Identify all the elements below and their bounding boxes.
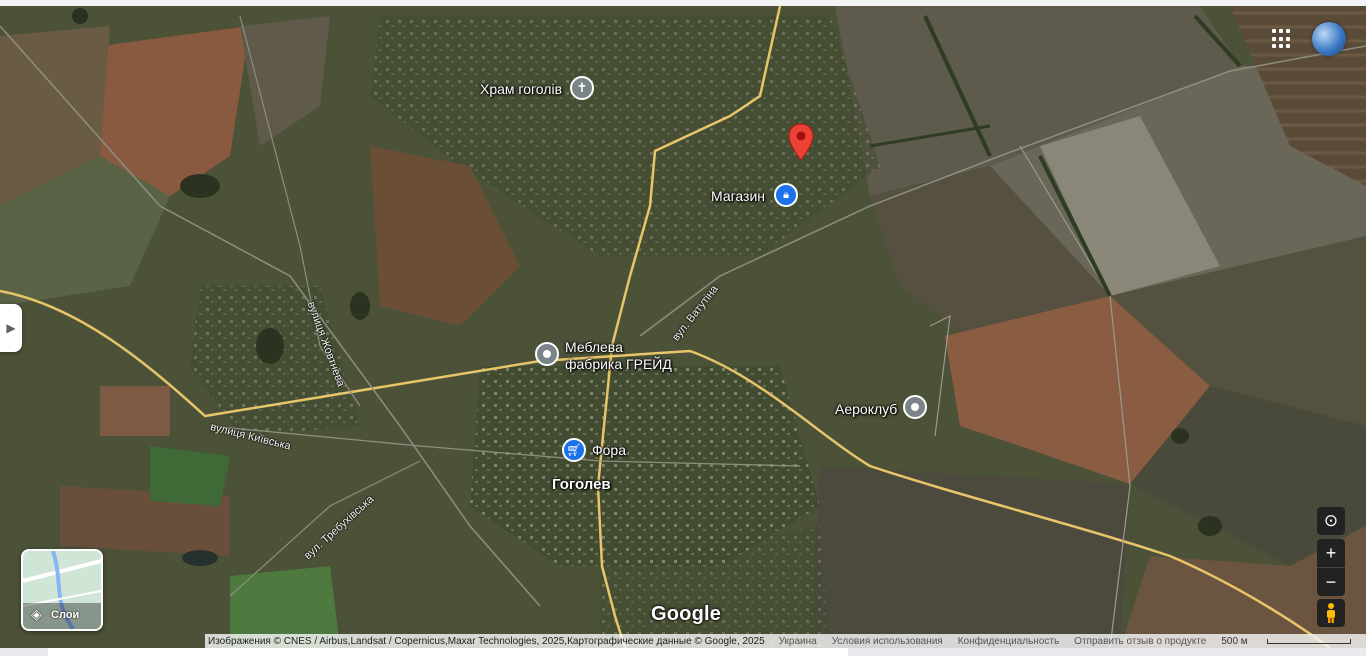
layers-label: Слои bbox=[51, 609, 80, 621]
layers-button[interactable]: ◈ Слои bbox=[21, 549, 103, 631]
fora-shop-pin[interactable]: 🛒︎ bbox=[562, 438, 586, 462]
country-link[interactable]: Украина bbox=[779, 636, 817, 647]
zoom-in-button[interactable]: + bbox=[1317, 539, 1345, 567]
feedback-link[interactable]: Отправить отзыв о продукте bbox=[1074, 636, 1206, 647]
chevron-right-icon: ▶ bbox=[6, 321, 16, 335]
my-location-button[interactable]: ⊙ bbox=[1317, 507, 1345, 535]
map-pin-icon bbox=[788, 123, 814, 161]
minus-icon: − bbox=[1325, 571, 1337, 592]
imagery-credit: Изображения © CNES / Airbus,Landsat / Co… bbox=[208, 635, 765, 647]
shopping-bag-icon: 🔒︎ bbox=[783, 188, 789, 201]
scale-bar[interactable]: 500 м bbox=[1221, 636, 1365, 647]
shop-pin[interactable]: 🔒︎ bbox=[774, 183, 798, 207]
bottom-panel-edge bbox=[48, 648, 848, 656]
place-label-fora[interactable]: Фора bbox=[592, 442, 626, 459]
plus-icon: + bbox=[1325, 542, 1337, 563]
my-location-icon: ⊙ bbox=[1323, 511, 1339, 530]
place-label-aeroclub[interactable]: Аероклуб bbox=[835, 401, 897, 418]
shopping-cart-icon: 🛒︎ bbox=[566, 443, 582, 457]
place-label-furniture-factory-line2[interactable]: фабрика ГРЕЙД bbox=[565, 356, 672, 373]
terms-link[interactable]: Условия использования bbox=[832, 636, 943, 647]
red-location-pin[interactable] bbox=[788, 123, 814, 161]
place-label-furniture-factory[interactable]: Меблева bbox=[565, 339, 623, 356]
layers-icon: ◈ bbox=[31, 606, 42, 622]
cross-icon: ✝ bbox=[576, 80, 588, 95]
place-label-shop[interactable]: Магазин bbox=[711, 188, 765, 205]
scale-bar-line bbox=[1266, 638, 1351, 644]
attribution-bar: Изображения © CNES / Airbus,Landsat / Co… bbox=[205, 634, 1366, 648]
google-logo: Google bbox=[651, 603, 722, 625]
scale-label: 500 м bbox=[1221, 635, 1248, 647]
side-panel-toggle-button[interactable]: ▶ bbox=[0, 304, 22, 352]
street-view-pegman-button[interactable] bbox=[1317, 599, 1345, 627]
pegman-icon bbox=[1327, 603, 1335, 623]
church-pin[interactable]: ✝ bbox=[570, 76, 594, 100]
satellite-map[interactable]: вулиця Жовтнева вул. Ватутіна вулиця Киї… bbox=[0, 6, 1366, 648]
privacy-link[interactable]: Конфиденциальность bbox=[958, 636, 1059, 647]
bottom-strip bbox=[0, 648, 1366, 656]
town-label-gogolev[interactable]: Гоголев bbox=[552, 476, 611, 493]
place-label-church[interactable]: Храм гоголів bbox=[480, 81, 562, 98]
furniture-factory-pin[interactable] bbox=[535, 342, 559, 366]
account-avatar-button[interactable] bbox=[1312, 22, 1346, 56]
apps-grid-button[interactable] bbox=[1272, 29, 1292, 49]
zoom-out-button[interactable]: − bbox=[1317, 567, 1345, 596]
aeroclub-pin[interactable] bbox=[903, 395, 927, 419]
